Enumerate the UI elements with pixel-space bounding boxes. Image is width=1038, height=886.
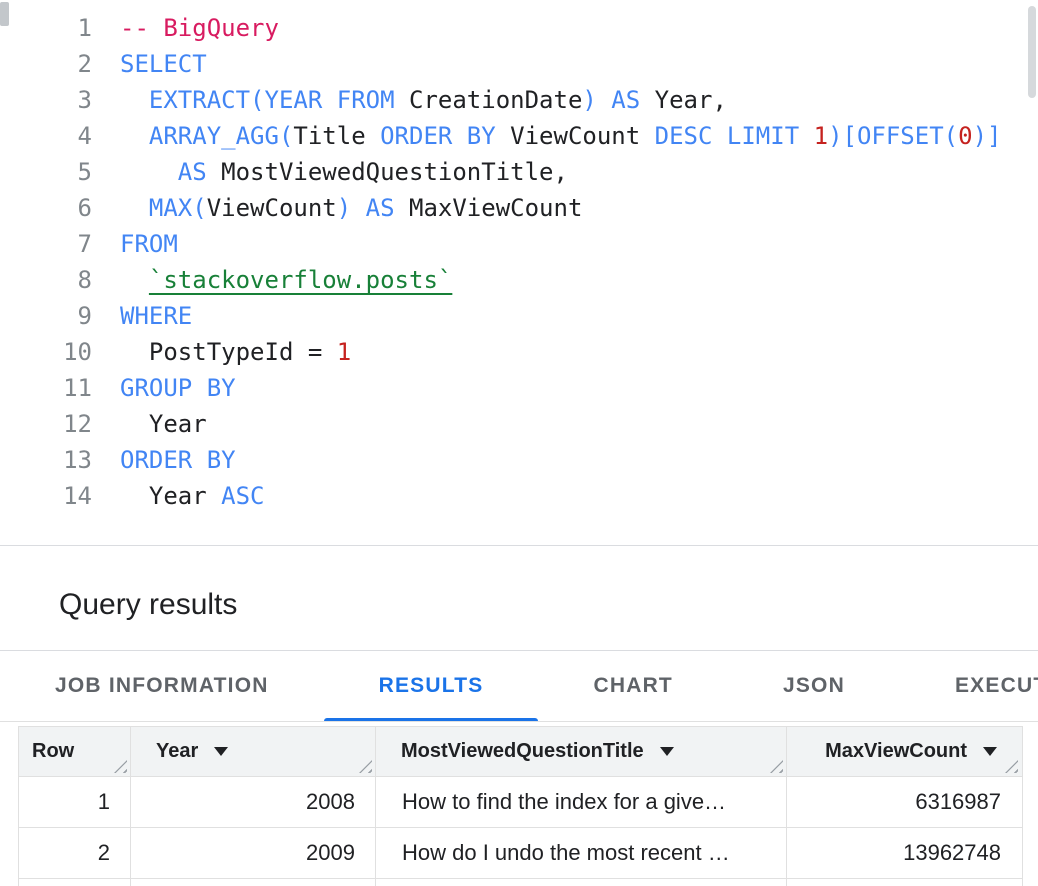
tab-execution-details[interactable]: EXECUTION DETAILS [900,651,1038,721]
code-text: SELECT [92,46,207,82]
cell-year: 2009 [131,828,376,878]
table-row: 12008How to find the index for a give…63… [19,777,1022,828]
code-text: MAX(ViewCount) AS MaxViewCount [92,190,582,226]
code-text: GROUP BY [92,370,236,406]
cell-maxviewcount: 6316987 [787,777,1021,827]
code-text: `stackoverflow.posts` [92,262,452,298]
line-number: 10 [0,334,92,370]
code-text: WHERE [92,298,192,334]
tab-job-information[interactable]: JOB INFORMATION [0,651,324,721]
code-line: 13ORDER BY [0,442,1038,478]
code-line: 10 PostTypeId = 1 [0,334,1038,370]
line-number: 4 [0,118,92,154]
sort-arrow-icon[interactable] [660,747,674,756]
results-table: Row Year MostViewedQuestionTitle MaxViewCou… [18,726,1023,886]
code-text: ARRAY_AGG(Title ORDER BY ViewCount DESC … [92,118,1001,154]
code-text: Year ASC [92,478,265,514]
line-number: 12 [0,406,92,442]
cell-row: 1 [19,777,131,827]
cell-empty [376,879,787,886]
cell-mostviewedquestiontitle: How to find the index for a give… [376,777,787,827]
sql-editor-lines: 1-- BigQuery2SELECT3 EXTRACT(YEAR FROM C… [0,10,1038,514]
code-line: 11GROUP BY [0,370,1038,406]
line-number: 5 [0,154,92,190]
code-line: 2SELECT [0,46,1038,82]
column-header-row[interactable]: Row [19,727,131,776]
column-header-mostviewedquestiontitle[interactable]: MostViewedQuestionTitle [376,727,787,776]
line-number: 6 [0,190,92,226]
code-text: -- BigQuery [92,10,279,46]
code-text: FROM [92,226,178,262]
column-label: MostViewedQuestionTitle [401,740,644,763]
column-header-maxviewcount[interactable]: MaxViewCount [787,727,1021,776]
scrollbar-fragment[interactable] [0,2,9,26]
code-line: 14 Year ASC [0,478,1038,514]
sort-arrow-icon[interactable] [983,747,997,756]
cell-row: 2 [19,828,131,878]
column-resize-handle[interactable] [114,760,127,773]
code-line: 8 `stackoverflow.posts` [0,262,1038,298]
column-resize-handle[interactable] [770,760,783,773]
cell-year: 2008 [131,777,376,827]
column-label: MaxViewCount [825,740,967,763]
column-resize-handle[interactable] [359,760,372,773]
code-text: AS MostViewedQuestionTitle, [92,154,568,190]
line-number: 7 [0,226,92,262]
code-line: 3 EXTRACT(YEAR FROM CreationDate) AS Yea… [0,82,1038,118]
line-number: 9 [0,298,92,334]
code-line: 9WHERE [0,298,1038,334]
cell-maxviewcount: 13962748 [787,828,1021,878]
tab-results[interactable]: RESULTS [324,651,539,721]
code-text: Year [92,406,207,442]
tab-chart[interactable]: CHART [538,651,728,721]
line-number: 3 [0,82,92,118]
query-results-header: Query results [0,546,1038,651]
code-line: 1-- BigQuery [0,10,1038,46]
column-resize-handle[interactable] [1005,760,1018,773]
code-line: 6 MAX(ViewCount) AS MaxViewCount [0,190,1038,226]
bigquery-console: 1-- BigQuery2SELECT3 EXTRACT(YEAR FROM C… [0,0,1038,886]
table-row-partial [19,879,1022,886]
line-number: 8 [0,262,92,298]
code-text: PostTypeId = 1 [92,334,351,370]
line-number: 2 [0,46,92,82]
cell-empty [131,879,376,886]
tab-json[interactable]: JSON [728,651,900,721]
code-line: 4 ARRAY_AGG(Title ORDER BY ViewCount DES… [0,118,1038,154]
table-header-row: Row Year MostViewedQuestionTitle MaxViewCou… [19,727,1022,777]
column-header-year[interactable]: Year [131,727,376,776]
cell-mostviewedquestiontitle: How do I undo the most recent … [376,828,787,878]
table-body: 12008How to find the index for a give…63… [19,777,1022,886]
line-number: 1 [0,10,92,46]
results-tabbar: JOB INFORMATIONRESULTSCHARTJSONEXECUTION… [0,651,1038,722]
line-number: 14 [0,478,92,514]
code-line: 5 AS MostViewedQuestionTitle, [0,154,1038,190]
cell-empty [19,879,131,886]
cell-empty [787,879,1021,886]
line-number: 13 [0,442,92,478]
column-label: Row [32,740,74,763]
table-row: 22009How do I undo the most recent …1396… [19,828,1022,879]
code-line: 7FROM [0,226,1038,262]
editor-scrollbar[interactable] [1028,6,1036,98]
sort-arrow-icon[interactable] [214,747,228,756]
code-text: ORDER BY [92,442,236,478]
sql-editor[interactable]: 1-- BigQuery2SELECT3 EXTRACT(YEAR FROM C… [0,0,1038,546]
code-text: EXTRACT(YEAR FROM CreationDate) AS Year, [92,82,727,118]
query-results-title: Query results [59,588,237,622]
column-label: Year [156,740,198,763]
code-line: 12 Year [0,406,1038,442]
line-number: 11 [0,370,92,406]
